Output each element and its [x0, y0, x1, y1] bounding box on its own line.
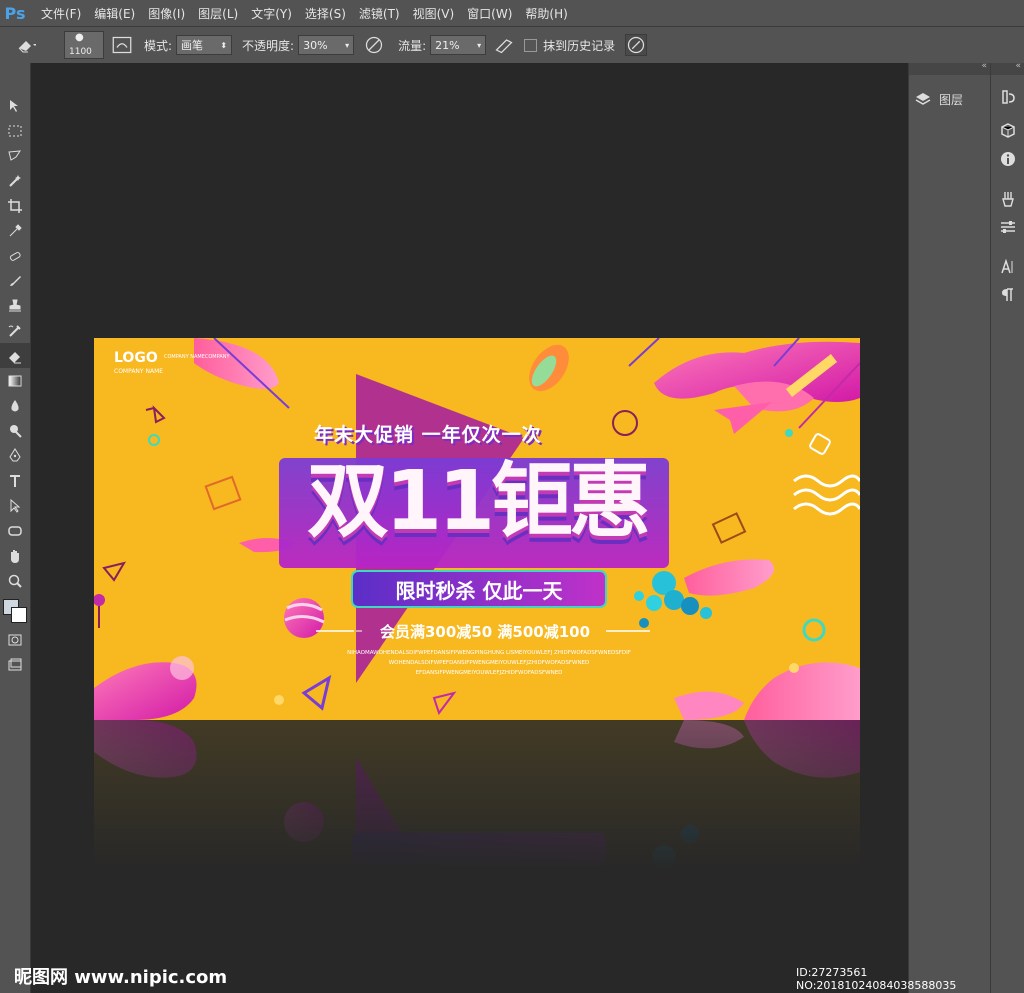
menu-type[interactable]: 文字(Y): [251, 5, 292, 22]
character-panel-icon[interactable]: [991, 253, 1024, 281]
info-panel-icon[interactable]: [991, 145, 1024, 173]
dock-header[interactable]: «: [909, 61, 991, 75]
banner-member-offer: 会员满300减50 满500减100: [379, 623, 591, 641]
color-swatches[interactable]: [0, 593, 30, 627]
flow-value: 21%: [435, 38, 460, 52]
banner-flash-sale: 限时秒杀 仅此一天: [395, 579, 563, 603]
menu-help[interactable]: 帮助(H): [525, 5, 567, 22]
document-canvas[interactable]: LOGO COMPANY NAMECOMPANY COMPANY NAME 年末…: [94, 338, 860, 720]
paragraph-panel-icon[interactable]: [991, 281, 1024, 309]
crop-tool-icon[interactable]: [0, 193, 30, 218]
menu-bar: Ps 文件(F) 编辑(E) 图像(I) 图层(L) 文字(Y) 选择(S) 滤…: [0, 0, 1024, 26]
layers-label: 图层: [939, 92, 964, 107]
adjustments-icon[interactable]: [991, 213, 1024, 241]
gradient-tool-icon[interactable]: [0, 368, 30, 393]
opacity-label: 不透明度:: [242, 38, 295, 53]
chevron-down-icon: ▾: [477, 40, 482, 50]
banner-headline: 双11钜惠: [306, 454, 651, 549]
app-logo: Ps: [4, 3, 26, 23]
type-tool-icon[interactable]: [0, 468, 30, 493]
panel-dock: « 图层: [908, 61, 991, 993]
history-brush-tool-icon[interactable]: [0, 318, 30, 343]
stamp-tool-icon[interactable]: [0, 293, 30, 318]
options-bar: ● 1100 模式: 画笔 ⬍ 不透明度: 30% ▾ 流量: 21% ▾ 抹到…: [0, 26, 1024, 64]
opacity-input[interactable]: 30% ▾: [298, 35, 355, 55]
lasso-tool-icon[interactable]: [0, 143, 30, 168]
layers-icon: [915, 91, 931, 107]
background-color-swatch[interactable]: [11, 607, 27, 623]
quick-mask-icon[interactable]: [0, 627, 30, 652]
reflection-artwork: [94, 720, 860, 870]
layers-panel-button[interactable]: 图层: [915, 87, 985, 111]
path-selection-tool-icon[interactable]: [0, 493, 30, 518]
erase-to-history-label: 抹到历史记录: [543, 38, 616, 53]
erase-to-history-checkbox[interactable]: [524, 38, 538, 52]
menu-filter[interactable]: 滤镜(T): [359, 5, 400, 22]
pressure-opacity-icon[interactable]: [364, 35, 384, 55]
mode-label: 模式:: [144, 38, 173, 53]
menu-layer[interactable]: 图层(L): [198, 5, 238, 22]
move-tool-icon[interactable]: [0, 93, 30, 118]
magic-wand-tool-icon[interactable]: [0, 168, 30, 193]
flow-label: 流量:: [398, 38, 427, 53]
dodge-tool-icon[interactable]: [0, 418, 30, 443]
collapse-arrows-icon[interactable]: «: [981, 61, 987, 71]
banner-logo: LOGO: [114, 350, 158, 366]
watermark-text: 昵图网 www.nipic.com: [14, 967, 228, 988]
hand-tool-icon[interactable]: [0, 543, 30, 568]
rectangle-tool-icon[interactable]: [0, 518, 30, 543]
3d-panel-icon[interactable]: [991, 117, 1024, 145]
brush-tool-icon[interactable]: [0, 268, 30, 293]
zoom-tool-icon[interactable]: [0, 568, 30, 593]
history-panel-icon[interactable]: [991, 83, 1024, 111]
banner-company-name: COMPANY NAME: [114, 368, 164, 375]
chevron-updown-icon: ⬍: [220, 40, 228, 50]
banner-company-tagline: COMPANY NAMECOMPANY: [164, 354, 230, 360]
menu-file[interactable]: 文件(F): [41, 5, 81, 22]
airbrush-icon[interactable]: [494, 35, 514, 55]
filler-line: NIHAOMAWOHENDALSDIFWPEFDANSIFPWENGPINGHU…: [347, 650, 631, 656]
menu-edit[interactable]: 编辑(E): [94, 5, 135, 22]
brush-presets-icon[interactable]: [991, 185, 1024, 213]
tools-panel: [0, 63, 31, 993]
collapse-arrows-icon[interactable]: «: [1015, 61, 1021, 71]
image-id-text: ID:27273561 NO:20181024084038588035: [796, 966, 957, 992]
banner-promo-line: 年末大促销 一年仅次一次: [314, 424, 542, 446]
mode-value: 画笔: [181, 39, 204, 52]
menu-select[interactable]: 选择(S): [305, 5, 346, 22]
healing-brush-tool-icon[interactable]: [0, 243, 30, 268]
flow-input[interactable]: 21% ▾: [430, 35, 487, 55]
marquee-tool-icon[interactable]: [0, 118, 30, 143]
chevron-down-icon: ▾: [345, 40, 350, 50]
banner-filler-text: NIHAOMAWOHENDALSDIFWPEFDANSIFPWENGPINGHU…: [299, 648, 679, 678]
strip-header[interactable]: «: [991, 61, 1024, 75]
eraser-tool-preset-icon[interactable]: [8, 35, 44, 55]
mode-select[interactable]: 画笔 ⬍: [176, 35, 233, 55]
filler-line: EFDANSIFPWENGMEIYOUWLEFJZHIDFWOFADSFWNED: [415, 670, 563, 676]
brush-panel-icon[interactable]: [112, 35, 132, 55]
eyedropper-tool-icon[interactable]: [0, 218, 30, 243]
menu-view[interactable]: 视图(V): [413, 5, 455, 22]
pen-tool-icon[interactable]: [0, 443, 30, 468]
menu-image[interactable]: 图像(I): [148, 5, 185, 22]
screen-mode-icon[interactable]: [0, 652, 30, 677]
brush-size-picker[interactable]: ● 1100: [64, 31, 104, 59]
pressure-size-icon[interactable]: [625, 34, 648, 56]
opacity-value: 30%: [303, 38, 328, 52]
blur-tool-icon[interactable]: [0, 393, 30, 418]
brush-size-value: 1100: [69, 47, 92, 57]
eraser-tool-icon[interactable]: [0, 343, 30, 368]
panel-icon-strip: «: [990, 61, 1024, 993]
menu-window[interactable]: 窗口(W): [467, 5, 512, 22]
filler-line: WOHENDALSDIFWPEFDANSIFPWENGMEIYOUWLEFJZH…: [388, 660, 590, 666]
document-reflection: [94, 720, 860, 870]
